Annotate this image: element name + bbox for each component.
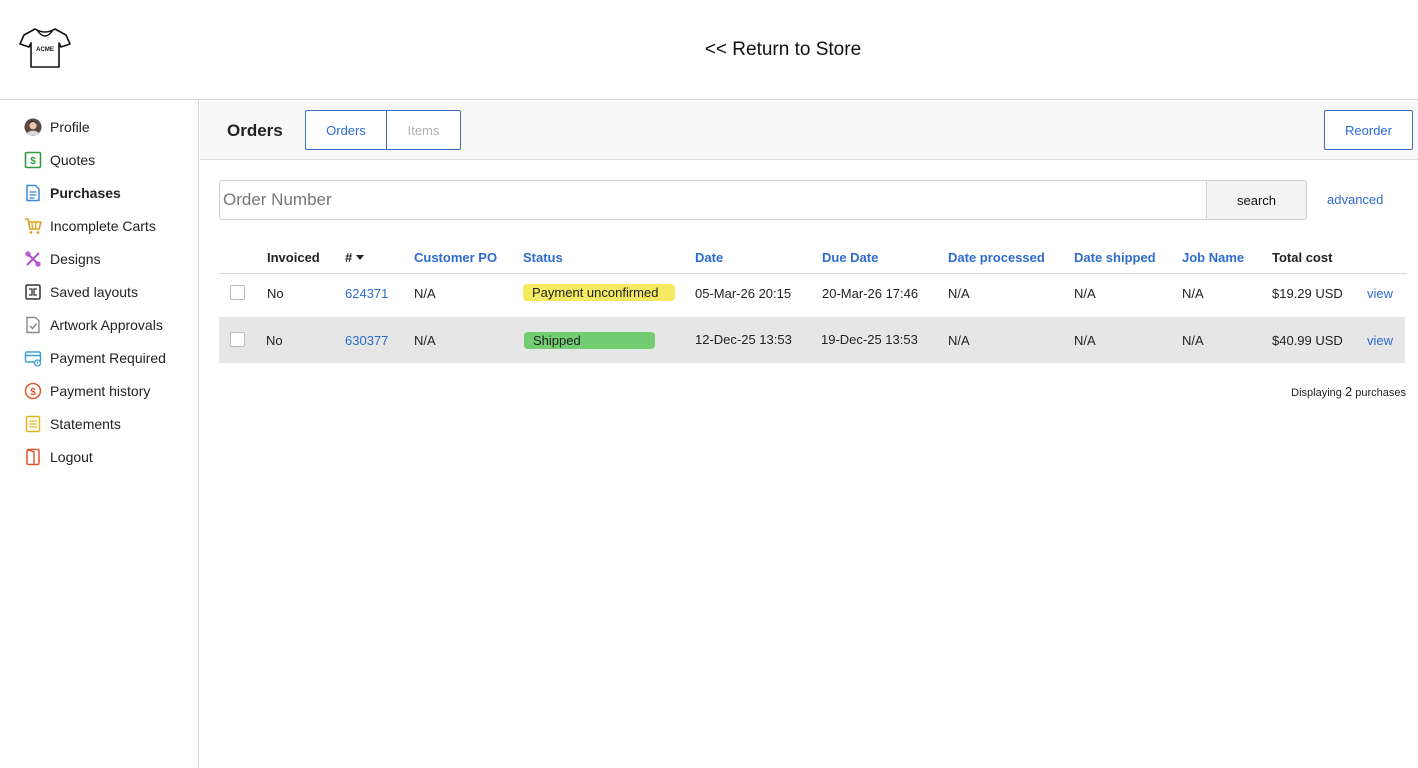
sidebar-item-label: Profile: [50, 119, 90, 135]
svg-text:$: $: [30, 387, 36, 398]
sidebar-item-label: Payment Required: [50, 350, 166, 366]
order-number-link[interactable]: 624371: [345, 286, 388, 301]
column-header-customer-po[interactable]: Customer PO: [414, 250, 497, 265]
customer-po-cell: N/A: [414, 286, 436, 301]
total-cost-cell: $40.99 USD: [1272, 333, 1343, 348]
total-cost-cell: $19.29 USD: [1272, 286, 1343, 301]
svg-text:$: $: [30, 156, 36, 167]
sort-desc-icon: [356, 255, 365, 260]
due-date-cell: 20-Mar-26 17:46: [822, 286, 919, 301]
column-header-job-name[interactable]: Job Name: [1182, 250, 1244, 265]
column-header-status[interactable]: Status: [523, 250, 563, 265]
sidebar-item-label: Quotes: [50, 152, 96, 168]
status-badge: Payment unconfirmed: [523, 284, 675, 301]
row-select-checkbox[interactable]: [230, 332, 245, 347]
sidebar: Profile $ Quotes Purchases Incomplete Ca…: [0, 100, 199, 768]
order-number-link[interactable]: 630377: [345, 333, 388, 348]
sidebar-item-label: Purchases: [50, 185, 121, 201]
sidebar-item-designs[interactable]: Designs: [24, 248, 101, 270]
design-tools-icon: [24, 250, 42, 268]
column-header-number-label: #: [345, 250, 353, 265]
sidebar-item-label: Incomplete Carts: [50, 218, 156, 234]
purchase-count-number: 2: [1344, 384, 1353, 399]
search-button[interactable]: search: [1206, 180, 1307, 220]
column-header-total-cost: Total cost: [1272, 250, 1333, 265]
tab-items[interactable]: Items: [387, 111, 460, 149]
purchase-count-summary: Displaying 2 purchases: [1291, 384, 1406, 399]
sidebar-item-label: Artwork Approvals: [50, 317, 163, 333]
purchase-count-suffix: purchases: [1355, 387, 1406, 399]
sidebar-item-statements[interactable]: Statements: [24, 413, 121, 435]
orders-toolbar: Orders Orders Items Reorder: [200, 100, 1418, 160]
column-header-invoiced[interactable]: Invoiced: [267, 250, 320, 265]
tab-orders[interactable]: Orders: [306, 111, 387, 149]
page-title: Orders: [227, 121, 283, 140]
status-badge: Shipped: [524, 332, 655, 349]
column-header-date-shipped[interactable]: Date shipped: [1074, 250, 1156, 265]
top-header: ACME << Return to Store: [0, 0, 1418, 100]
statement-icon: [24, 415, 42, 433]
sidebar-item-label: Payment history: [50, 383, 151, 399]
return-to-store-link[interactable]: << Return to Store: [0, 39, 1418, 61]
sidebar-item-payment-required[interactable]: Payment Required: [24, 347, 166, 369]
date-cell: 05-Mar-26 20:15: [695, 286, 792, 301]
sidebar-item-label: Statements: [50, 416, 121, 432]
sidebar-item-incomplete-carts[interactable]: Incomplete Carts: [24, 215, 156, 237]
date-cell: 12-Dec-25 13:53: [695, 332, 792, 347]
sidebar-item-label: Logout: [50, 449, 93, 465]
sidebar-item-payment-history[interactable]: $ Payment history: [24, 380, 150, 402]
history-coin-icon: $: [24, 382, 42, 400]
sidebar-item-logout[interactable]: Logout: [24, 446, 93, 468]
table-row: No 624371 N/A Payment unconfirmed 05-Mar…: [219, 271, 1405, 317]
document-icon: [24, 184, 42, 202]
view-order-link[interactable]: view: [1367, 333, 1393, 348]
column-header-number[interactable]: #: [345, 250, 365, 265]
column-header-date-processed[interactable]: Date processed: [948, 250, 1045, 265]
sidebar-item-label: Saved layouts: [50, 284, 138, 300]
view-tabs: Orders Items: [305, 110, 461, 150]
advanced-search-link[interactable]: advanced: [1327, 192, 1383, 207]
view-order-link[interactable]: view: [1367, 286, 1393, 301]
column-header-date[interactable]: Date: [695, 250, 723, 265]
dollar-icon: $: [24, 151, 42, 169]
logout-icon: [24, 448, 42, 466]
order-number-search-input[interactable]: [219, 180, 1207, 220]
sidebar-item-artwork-approvals[interactable]: Artwork Approvals: [24, 314, 163, 336]
job-name-cell: N/A: [1182, 333, 1204, 348]
sidebar-item-label: Designs: [50, 251, 101, 267]
due-date-cell: 19-Dec-25 13:53: [821, 332, 918, 347]
sidebar-item-quotes[interactable]: $ Quotes: [24, 149, 95, 171]
sidebar-item-purchases[interactable]: Purchases: [24, 182, 121, 204]
layout-icon: [24, 283, 42, 301]
job-name-cell: N/A: [1182, 286, 1204, 301]
purchase-count-prefix: Displaying: [1291, 387, 1342, 399]
invoiced-cell: No: [266, 333, 283, 348]
approval-icon: [24, 316, 42, 334]
date-shipped-cell: N/A: [1074, 333, 1096, 348]
sidebar-item-profile[interactable]: Profile: [24, 116, 90, 138]
invoiced-cell: No: [267, 286, 284, 301]
table-row: No 630377 N/A Shipped 12-Dec-25 13:53 19…: [219, 317, 1405, 363]
date-shipped-cell: N/A: [1074, 286, 1096, 301]
customer-po-cell: N/A: [414, 333, 436, 348]
column-header-due-date[interactable]: Due Date: [822, 250, 878, 265]
cart-icon: [24, 217, 42, 235]
sidebar-item-saved-layouts[interactable]: Saved layouts: [24, 281, 138, 303]
row-select-checkbox[interactable]: [230, 285, 245, 300]
date-processed-cell: N/A: [948, 333, 970, 348]
date-processed-cell: N/A: [948, 286, 970, 301]
reorder-button[interactable]: Reorder: [1324, 110, 1413, 150]
avatar-icon: [24, 118, 42, 136]
payment-card-icon: [24, 349, 42, 367]
